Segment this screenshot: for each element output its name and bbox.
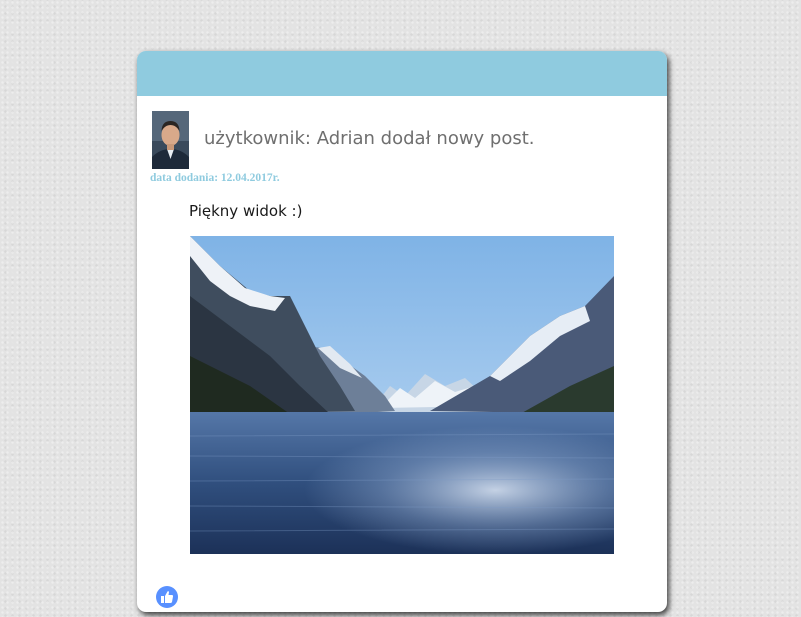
post-date: data dodania: 12.04.2017r. (150, 172, 280, 184)
avatar[interactable] (152, 111, 189, 169)
like-button[interactable] (156, 586, 178, 608)
post-card: użytkownik: Adrian dodał nowy post. data… (137, 51, 667, 612)
fjord-landscape-image (189, 236, 615, 554)
thumbs-up-icon (161, 591, 174, 603)
avatar-image (152, 111, 189, 169)
post-text: Piękny widok :) (189, 202, 303, 220)
post-image[interactable] (189, 236, 615, 554)
post-author-line: użytkownik: Adrian dodał nowy post. (204, 128, 535, 149)
post-header-bar (137, 51, 667, 96)
